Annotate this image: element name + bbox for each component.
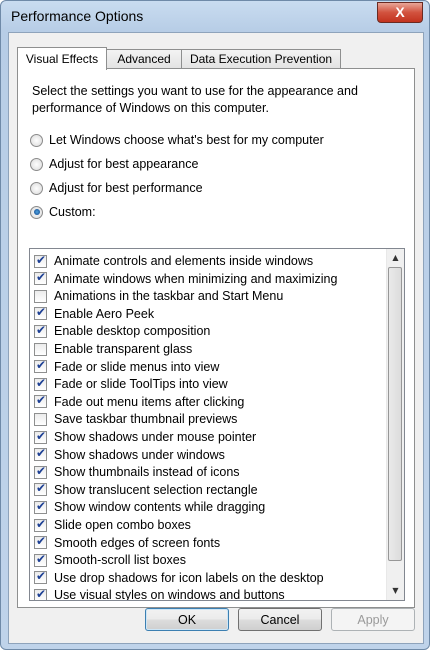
effect-list-item[interactable]: Enable transparent glass	[30, 340, 380, 358]
effect-list-item[interactable]: Show translucent selection rectangle	[30, 481, 380, 499]
effect-label: Slide open combo boxes	[54, 518, 191, 532]
close-button[interactable]: X	[377, 2, 423, 23]
checkbox[interactable]	[34, 253, 47, 268]
radio-custom[interactable]: Custom:	[30, 203, 96, 221]
effect-label: Show translucent selection rectangle	[54, 482, 258, 497]
effect-list-item[interactable]: Smooth edges of screen fonts	[30, 534, 380, 552]
visual-effects-list[interactable]: Animate controls and elements inside win…	[29, 248, 405, 601]
checkbox[interactable]	[34, 446, 47, 462]
effect-list-item[interactable]: Use drop shadows for icon labels on the …	[30, 569, 380, 587]
effect-list-item[interactable]: Show window contents while dragging	[30, 498, 380, 516]
effect-list-item[interactable]: Fade out menu items after clicking	[30, 393, 380, 411]
radio-best-appearance[interactable]: Adjust for best appearance	[30, 155, 198, 173]
checkbox[interactable]	[34, 464, 47, 479]
dialog-body: Visual Effects Advanced Data Execution P…	[8, 32, 424, 644]
scrollbar-thumb[interactable]	[388, 267, 402, 561]
effect-list-item[interactable]: Use visual styles on windows and buttons	[30, 586, 380, 601]
effect-list-item[interactable]: Slide open combo boxes	[30, 516, 380, 534]
radio-label: Let Windows choose what's best for my co…	[49, 133, 324, 147]
checkbox[interactable]	[34, 393, 47, 409]
checkbox[interactable]	[34, 569, 47, 585]
checkbox[interactable]	[34, 587, 47, 600]
effect-label: Enable desktop composition	[54, 324, 211, 339]
effect-list-item[interactable]: Fade or slide menus into view	[30, 358, 380, 376]
effect-label: Use visual styles on windows and buttons	[54, 588, 285, 601]
effect-label: Animate controls and elements inside win…	[54, 254, 314, 268]
checkbox[interactable]	[34, 499, 47, 514]
effect-list-item[interactable]: Show shadows under mouse pointer	[30, 428, 380, 446]
effect-list-item[interactable]: Animate windows when minimizing and maxi…	[30, 270, 380, 288]
effect-label: Smooth edges of screen fonts	[54, 535, 221, 550]
effect-label: Smooth-scroll list boxes	[54, 553, 186, 568]
radio-label: Custom:	[49, 205, 96, 219]
checkbox[interactable]	[34, 552, 47, 567]
apply-button[interactable]: Apply	[331, 608, 415, 631]
checkbox[interactable]	[34, 376, 47, 391]
description-text: Select the settings you want to use for …	[32, 84, 358, 115]
checkbox[interactable]	[34, 323, 47, 338]
tab-visual-effects[interactable]: Visual Effects	[17, 47, 107, 70]
effect-label: Enable transparent glass	[54, 342, 193, 356]
scroll-down-arrow-icon[interactable]: ▼	[387, 582, 404, 599]
radio-label: Adjust for best performance	[49, 181, 203, 195]
scroll-up-arrow-icon[interactable]: ▲	[387, 249, 404, 266]
radio-button[interactable]	[30, 181, 43, 195]
effect-list-item[interactable]: Save taskbar thumbnail previews	[30, 410, 380, 428]
effect-list-item[interactable]: Animate controls and elements inside win…	[30, 252, 380, 270]
radio-button[interactable]	[30, 205, 43, 219]
effect-list-item[interactable]: Show shadows under windows	[30, 446, 380, 464]
radio-let-windows-choose[interactable]: Let Windows choose what's best for my co…	[30, 131, 324, 149]
radio-best-performance[interactable]: Adjust for best performance	[30, 179, 203, 197]
effect-label: Animate windows when minimizing and maxi…	[54, 271, 338, 286]
effect-label: Save taskbar thumbnail previews	[54, 412, 238, 427]
effect-label: Animations in the taskbar and Start Menu	[54, 289, 284, 304]
effect-label: Fade or slide menus into view	[54, 359, 220, 374]
performance-options-window: Performance Options X Visual Effects Adv…	[0, 0, 430, 650]
checkbox[interactable]	[34, 534, 47, 550]
checkbox[interactable]	[34, 412, 47, 426]
effect-list-item[interactable]: Enable desktop composition	[30, 322, 380, 340]
checkbox[interactable]	[34, 270, 47, 286]
checkbox[interactable]	[34, 358, 47, 374]
effect-label: Show shadows under mouse pointer	[54, 430, 257, 444]
effect-list-item[interactable]: Show thumbnails instead of icons	[30, 463, 380, 481]
checkbox[interactable]	[34, 305, 47, 321]
visual-effects-panel: Select the settings you want to use for …	[17, 68, 415, 608]
vertical-scrollbar[interactable]: ▲ ▼	[386, 249, 404, 600]
window-title: Performance Options	[11, 8, 144, 24]
checkbox[interactable]	[34, 481, 47, 497]
checkbox[interactable]	[34, 517, 47, 532]
effect-label: Show window contents while dragging	[54, 500, 266, 515]
tab-data-execution-prevention[interactable]: Data Execution Prevention	[181, 49, 341, 69]
radio-button[interactable]	[30, 133, 43, 147]
checkbox[interactable]	[34, 342, 47, 356]
effect-list-item[interactable]: Animations in the taskbar and Start Menu	[30, 287, 380, 305]
effect-label: Fade out menu items after clicking	[54, 394, 245, 409]
tab-advanced[interactable]: Advanced	[106, 49, 182, 69]
ok-button[interactable]: OK	[145, 608, 229, 631]
radio-button[interactable]	[30, 157, 43, 171]
title-bar[interactable]: Performance Options X	[1, 1, 429, 31]
effect-list-item[interactable]: Smooth-scroll list boxes	[30, 551, 380, 569]
effect-label: Fade or slide ToolTips into view	[54, 377, 228, 392]
effect-list-item[interactable]: Enable Aero Peek	[30, 305, 380, 323]
effect-label: Show shadows under windows	[54, 447, 225, 462]
effect-label: Enable Aero Peek	[54, 306, 155, 321]
effect-label: Show thumbnails instead of icons	[54, 465, 240, 480]
cancel-button[interactable]: Cancel	[238, 608, 322, 631]
checkbox[interactable]	[34, 289, 47, 303]
effect-list-item[interactable]: Fade or slide ToolTips into view	[30, 375, 380, 393]
checkbox[interactable]	[34, 429, 47, 444]
radio-label: Adjust for best appearance	[49, 157, 199, 171]
effect-label: Use drop shadows for icon labels on the …	[54, 570, 324, 585]
